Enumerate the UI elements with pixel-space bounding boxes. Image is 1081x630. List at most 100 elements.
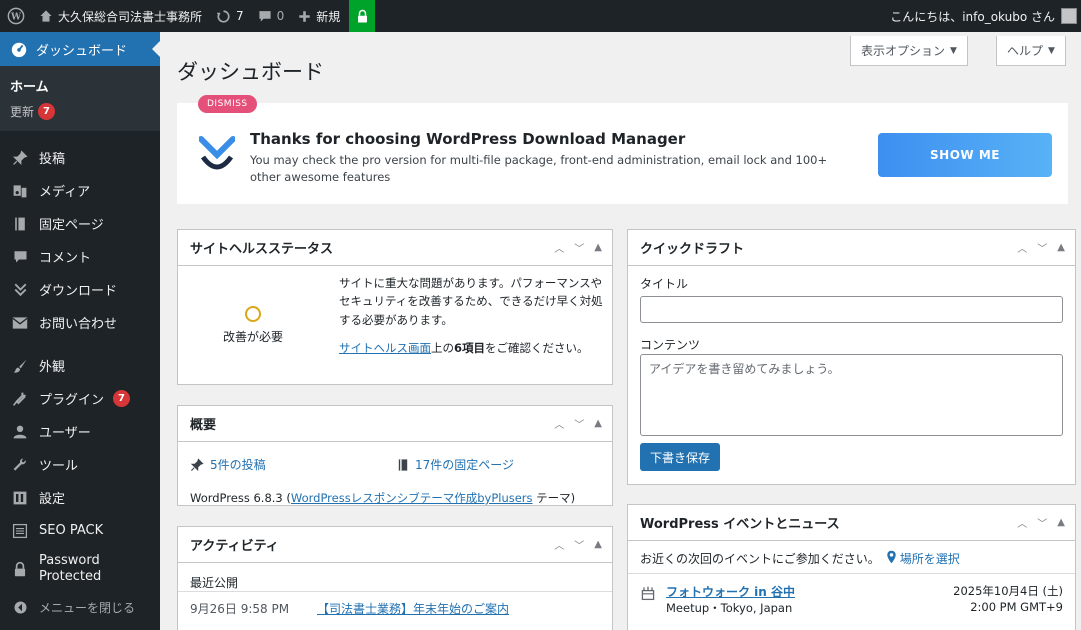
dashboard-icon	[10, 40, 28, 58]
menu-plugins[interactable]: プラグイン 7	[0, 382, 160, 415]
show-me-button[interactable]: SHOW ME	[878, 133, 1052, 177]
event-link[interactable]: フォトウォーク in 谷中	[666, 583, 795, 600]
my-account-menu[interactable]: こんにちは、info_okubo さん	[890, 8, 1081, 25]
toggle-panel-icon[interactable]: ▲	[1057, 242, 1065, 253]
pin-icon	[10, 149, 30, 166]
site-name-menu[interactable]: 大久保総合司法書士事務所	[32, 0, 209, 32]
toggle-panel-icon[interactable]: ▲	[594, 242, 602, 253]
move-down-icon[interactable]: ﹀	[1037, 240, 1047, 255]
menu-downloads[interactable]: ダウンロード	[0, 273, 160, 306]
page-icon	[397, 458, 409, 472]
menu-plugins-label: プラグイン	[39, 393, 105, 408]
new-content-menu[interactable]: 新規	[291, 0, 347, 32]
move-down-icon[interactable]: ﹀	[574, 240, 584, 255]
menu-tools-label: ツール	[39, 459, 79, 474]
toggle-panel-icon[interactable]: ▲	[594, 539, 602, 550]
move-up-icon[interactable]: ︿	[554, 537, 564, 552]
activity-widget: アクティビティ ︿ ﹀ ▲ 最近公開 9月26日 9:58 PM 【司法書士業務…	[177, 526, 613, 630]
notice-text: You may check the pro version for multi-…	[250, 153, 828, 185]
move-up-icon[interactable]: ︿	[1017, 515, 1027, 530]
site-name: 大久保総合司法書士事務所	[58, 9, 203, 24]
updates-icon	[216, 9, 231, 24]
pages-count-link[interactable]: 17件の固定ページ	[397, 456, 604, 473]
menu-dashboard[interactable]: ダッシュボード	[0, 32, 160, 66]
draft-title-label: タイトル	[640, 277, 689, 291]
menu-pages-label: 固定ページ	[39, 218, 104, 233]
widget-header: アクティビティ ︿ ﹀ ▲	[178, 527, 612, 563]
svg-text:W: W	[10, 13, 22, 23]
mail-icon	[10, 316, 30, 330]
move-down-icon[interactable]: ﹀	[574, 416, 584, 431]
location-pin-icon	[886, 550, 897, 567]
dismiss-button[interactable]: DISMISS	[198, 95, 257, 113]
site-health-link[interactable]: サイトヘルス画面	[339, 341, 431, 355]
health-count: 6項目	[454, 341, 486, 356]
draft-title-input[interactable]	[640, 296, 1063, 323]
collapse-menu-button[interactable]: メニューを閉じる	[0, 591, 160, 624]
move-up-icon[interactable]: ︿	[1017, 240, 1027, 255]
wpdm-notice: DISMISS Thanks for choosing WordPress Do…	[177, 95, 1068, 204]
users-icon	[10, 424, 30, 440]
site-health-details: サイトに重大な問題があります。パフォーマンスやセキュリティを改善するため、できる…	[339, 274, 604, 358]
menu-password-protected[interactable]: Password Protected	[0, 547, 160, 591]
health-action: サイトヘルス画面上の6項目をご確認ください。	[339, 341, 589, 356]
menu-media[interactable]: メディア	[0, 174, 160, 207]
menu-appearance[interactable]: 外観	[0, 349, 160, 382]
wrench-icon	[10, 457, 30, 473]
wp-logo-menu[interactable]: W	[0, 0, 32, 32]
updates-menu[interactable]: 7	[209, 0, 251, 32]
lock-icon	[356, 9, 369, 24]
widget-title: サイトヘルスステータス	[190, 242, 334, 257]
save-draft-button[interactable]: 下書き保存	[640, 443, 721, 471]
posts-count-link[interactable]: 5件の投稿	[190, 456, 397, 473]
screen-options-button[interactable]: 表示オプション ▼	[850, 36, 968, 66]
submenu-updates[interactable]: 更新 7	[0, 99, 160, 124]
menu-contact[interactable]: お問い合わせ	[0, 306, 160, 339]
widget-header: 概要 ︿ ﹀ ▲	[178, 406, 612, 442]
menu-users-label: ユーザー	[39, 426, 91, 441]
menu-comments-label: コメント	[39, 251, 92, 266]
event-meta: Meetup・Tokyo, Japan	[666, 601, 793, 615]
activity-post-link[interactable]: 【司法書士業務】年末年始のご案内	[317, 600, 509, 617]
move-down-icon[interactable]: ﹀	[1037, 515, 1047, 530]
list-icon	[10, 523, 30, 539]
comments-menu[interactable]: 0	[251, 0, 292, 32]
lock-icon	[10, 561, 30, 578]
menu-pages[interactable]: 固定ページ	[0, 207, 160, 240]
move-up-icon[interactable]: ︿	[554, 240, 564, 255]
events-news-widget: WordPress イベントとニュース ︿ ﹀ ▲ お近くの次回のイベントにご参…	[627, 504, 1076, 630]
menu-tools[interactable]: ツール	[0, 448, 160, 481]
menu-settings[interactable]: 設定	[0, 481, 160, 514]
menu-users[interactable]: ユーザー	[0, 415, 160, 448]
list-item: 9月26日 9:58 PM 【司法書士業務】年末年始のご案内	[190, 600, 509, 617]
comments-count: 0	[276, 9, 285, 23]
move-down-icon[interactable]: ﹀	[574, 537, 584, 552]
menu-seo-pack[interactable]: SEO PACK	[0, 514, 160, 547]
widget-title: クイックドラフト	[640, 242, 745, 257]
admin-bar: W 大久保総合司法書士事務所 7 0 新規 こんにちは、info_okubo さ…	[0, 0, 1081, 32]
draft-content-textarea[interactable]	[640, 354, 1063, 436]
menu-posts[interactable]: 投稿	[0, 141, 160, 174]
toggle-panel-icon[interactable]: ▲	[594, 418, 602, 429]
help-button[interactable]: ヘルプ ▼	[996, 36, 1066, 66]
menu-comments[interactable]: コメント	[0, 240, 160, 273]
select-location-button[interactable]: 場所を選択	[886, 550, 960, 567]
page-title: ダッシュボード	[177, 60, 324, 84]
submenu-home[interactable]: ホーム	[0, 72, 160, 99]
pin-icon	[190, 457, 204, 472]
dashboard-submenu: ホーム 更新 7	[0, 66, 160, 131]
widget-title: 概要	[190, 418, 217, 433]
move-up-icon[interactable]: ︿	[554, 416, 564, 431]
greeting: こんにちは、info_okubo さん	[890, 9, 1055, 24]
meetup-icon	[640, 585, 656, 604]
download-manager-logo-icon	[198, 133, 236, 176]
notice-title: Thanks for choosing WordPress Download M…	[250, 130, 686, 148]
widget-title: WordPress イベントとニュース	[640, 517, 840, 532]
avatar	[1061, 8, 1077, 24]
widget-header: クイックドラフト ︿ ﹀ ▲	[628, 230, 1075, 266]
password-protected-status[interactable]	[349, 0, 376, 32]
theme-link[interactable]: WordPressレスポンシブテーマ作成byPlusers	[291, 491, 533, 505]
updates-badge: 7	[38, 103, 56, 120]
caret-down-icon: ▼	[950, 45, 957, 56]
toggle-panel-icon[interactable]: ▲	[1057, 517, 1065, 528]
